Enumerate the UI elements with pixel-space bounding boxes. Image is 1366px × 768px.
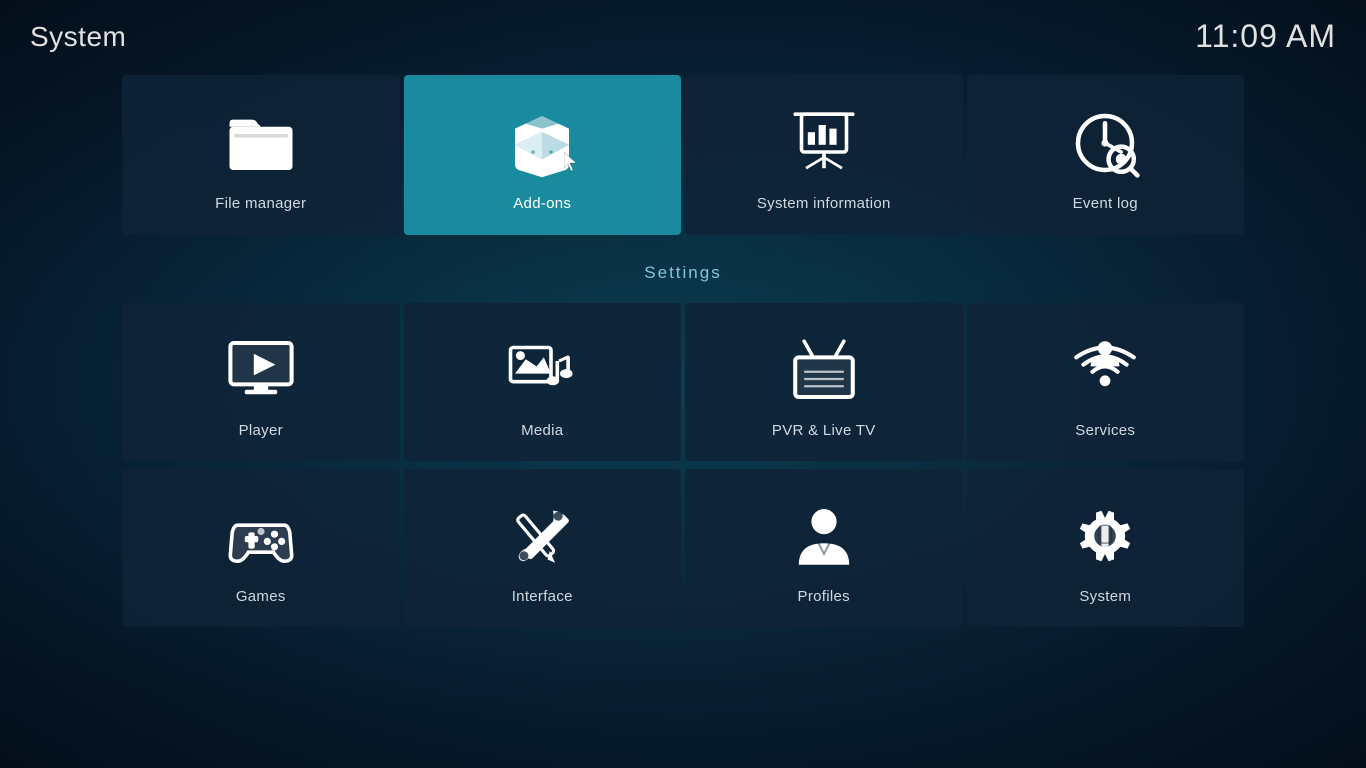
tile-pvr-live-tv[interactable]: PVR & Live TV [685, 303, 963, 461]
top-row: File manager [120, 73, 1246, 237]
tile-games[interactable]: Games [122, 469, 400, 627]
system-information-label: System information [757, 195, 891, 212]
profiles-label: Profiles [798, 588, 850, 605]
event-log-icon [1069, 107, 1141, 179]
settings-heading: Settings [120, 255, 1246, 287]
file-manager-label: File manager [215, 195, 306, 212]
tile-add-ons[interactable]: Add-ons [404, 75, 682, 235]
settings-row-1: Player Media [120, 301, 1246, 463]
tile-file-manager[interactable]: File manager [122, 75, 400, 235]
event-log-label: Event log [1073, 195, 1138, 212]
interface-icon [506, 500, 578, 572]
page-title: System [30, 21, 126, 53]
addons-icon [506, 107, 578, 179]
tile-player[interactable]: Player [122, 303, 400, 461]
system-label: System [1079, 588, 1131, 605]
services-label: Services [1075, 422, 1135, 439]
tile-system[interactable]: System [967, 469, 1245, 627]
tile-interface[interactable]: Interface [404, 469, 682, 627]
system-icon [1069, 500, 1141, 572]
profiles-icon [788, 500, 860, 572]
tile-media[interactable]: Media [404, 303, 682, 461]
tile-system-information[interactable]: System information [685, 75, 963, 235]
tile-services[interactable]: Services [967, 303, 1245, 461]
tile-profiles[interactable]: Profiles [685, 469, 963, 627]
interface-label: Interface [512, 588, 573, 605]
system-info-icon [788, 107, 860, 179]
media-label: Media [521, 422, 563, 439]
folder-icon [225, 107, 297, 179]
add-ons-label: Add-ons [513, 195, 571, 212]
pvr-live-tv-label: PVR & Live TV [772, 422, 876, 439]
clock: 11:09 AM [1195, 18, 1336, 55]
games-label: Games [236, 588, 286, 605]
main-content: File manager [0, 73, 1366, 629]
player-label: Player [239, 422, 283, 439]
player-icon [225, 334, 297, 406]
pvr-icon [788, 334, 860, 406]
media-icon [506, 334, 578, 406]
header: System 11:09 AM [0, 0, 1366, 73]
services-icon [1069, 334, 1141, 406]
tile-event-log[interactable]: Event log [967, 75, 1245, 235]
games-icon [225, 500, 297, 572]
settings-row-2: Games Interface [120, 467, 1246, 629]
